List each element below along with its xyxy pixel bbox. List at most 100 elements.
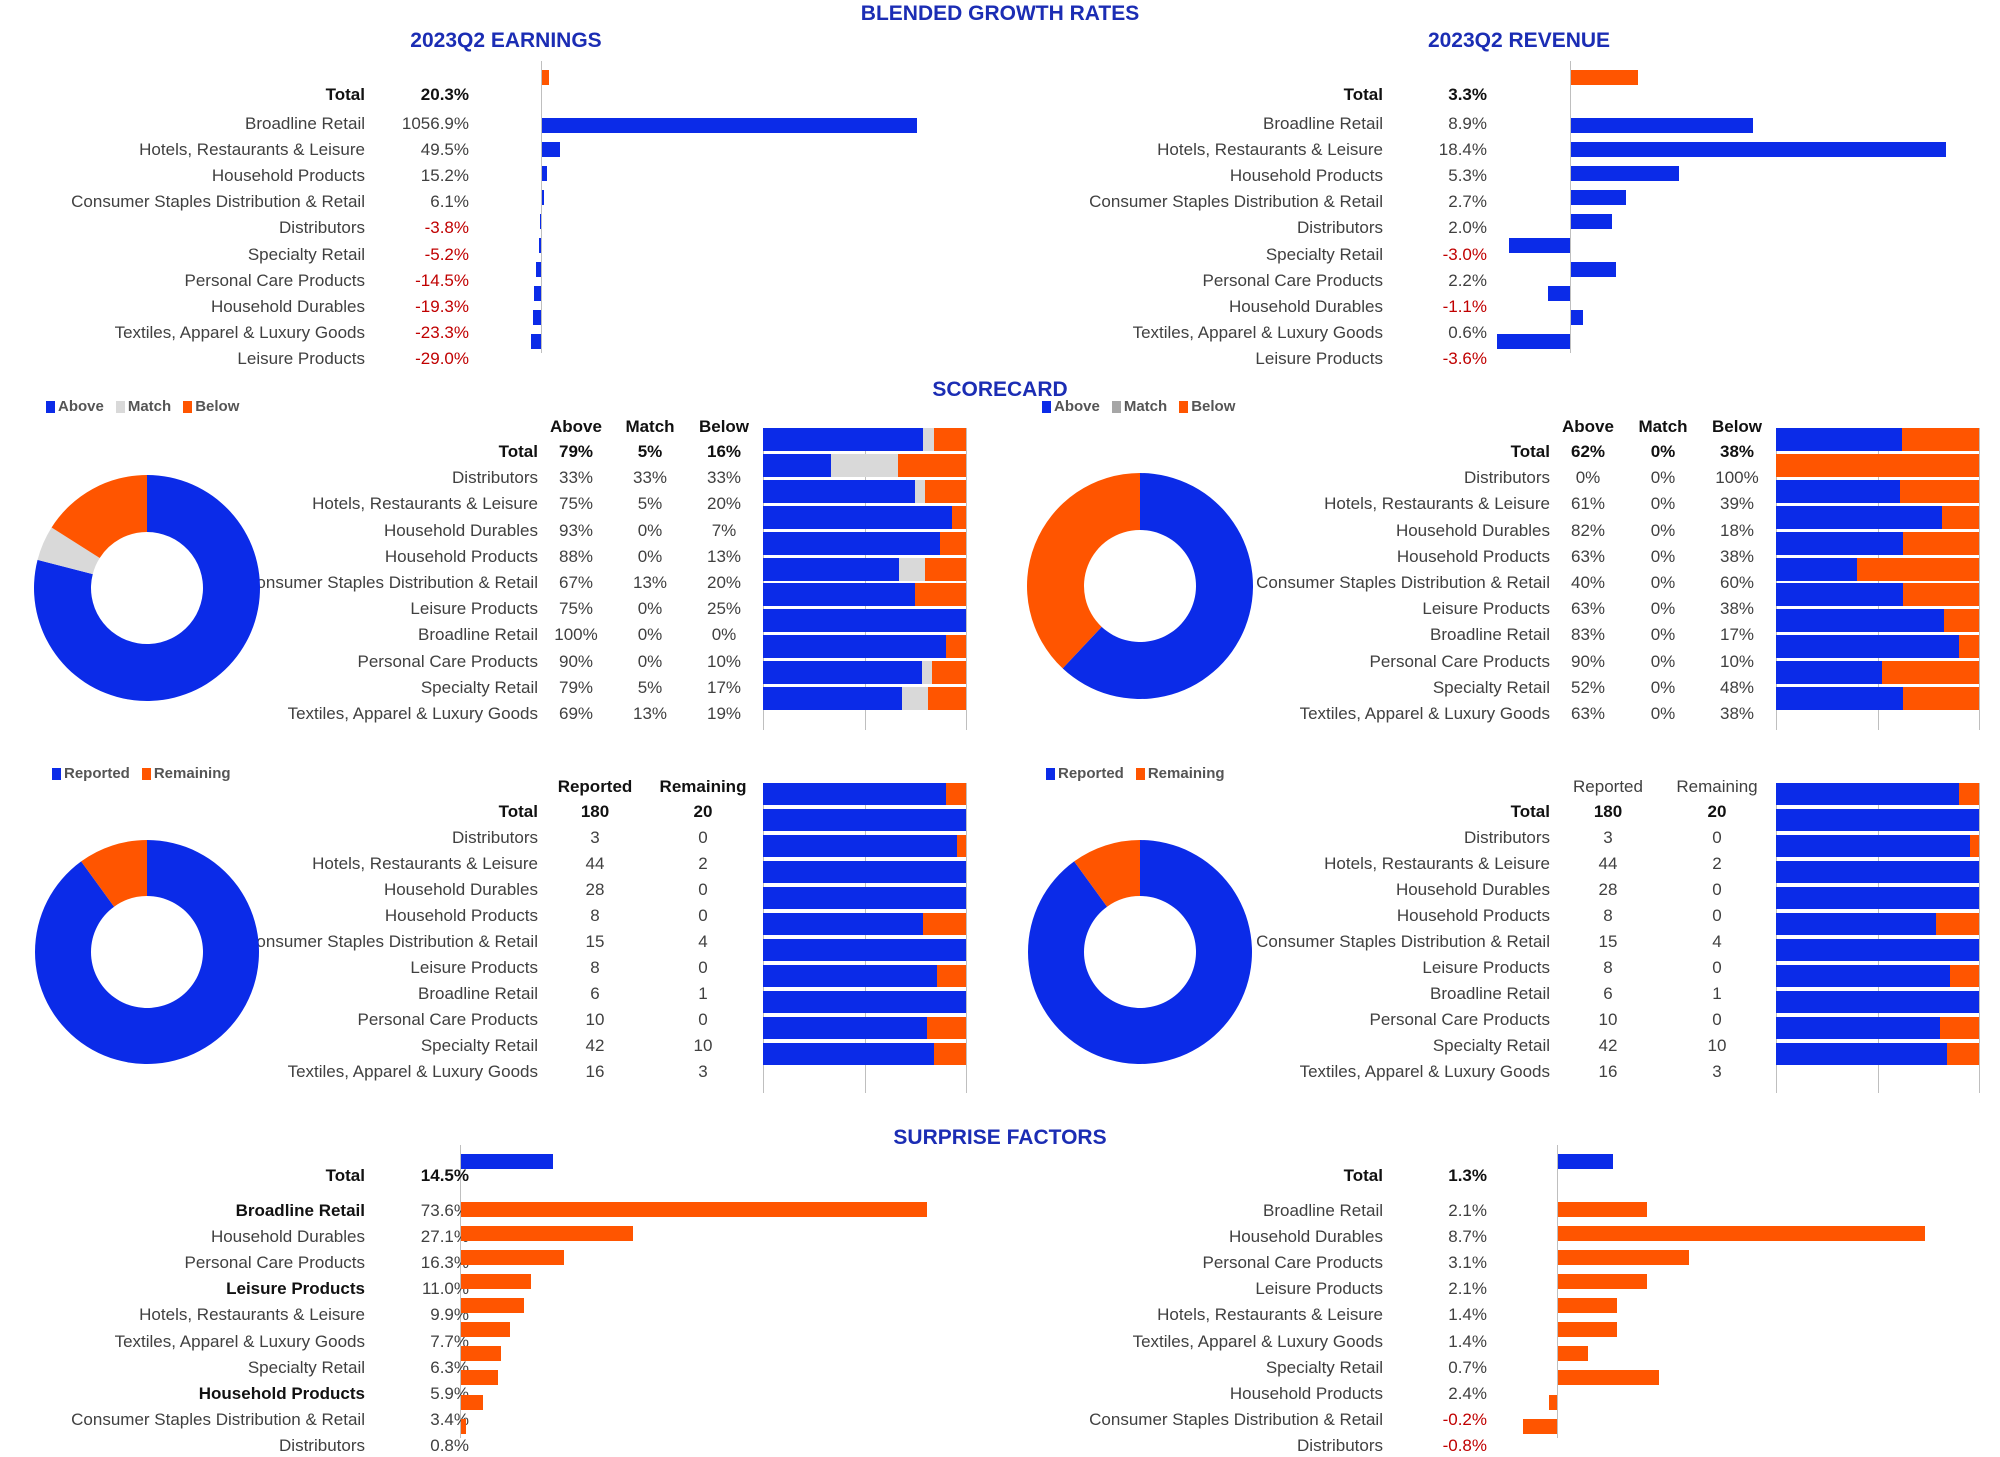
surprise-revenue-bar: [1558, 1370, 1660, 1386]
surprise-earnings-bar: [461, 1249, 565, 1265]
scorecard-earnings-row-label: Distributors: [258, 467, 538, 489]
legend-swatch-icon: [183, 401, 193, 413]
reported-earnings-cell: 2: [698, 854, 708, 873]
scorecard-revenue-bar-segment-above: [1776, 687, 1903, 710]
revenue-value: 2.7%: [1448, 192, 1487, 212]
surprise-revenue-value: 1.4%: [1448, 1331, 1487, 1351]
earnings-bar: [542, 141, 560, 157]
surprise-earnings-bar: [461, 1201, 927, 1217]
scorecard-revenue-row-label-text: Textiles, Apparel & Luxury Goods: [1299, 704, 1550, 723]
surprise-revenue-label: Broadline Retail: [1262, 1201, 1383, 1220]
legend-item-below: Below: [183, 397, 239, 417]
earnings-value: -23.3%: [415, 322, 469, 342]
reported-revenue-row-label: Personal Care Products: [1252, 1009, 1550, 1031]
scorecard-revenue-bar-segment-above: [1776, 557, 1858, 581]
reported-earnings-row-label-text: Consumer Staples Distribution & Retail: [258, 932, 538, 951]
reported-earnings-row-label: Broadline Retail: [258, 983, 538, 1005]
surprise-revenue-bar: [1558, 1322, 1618, 1338]
surprise-earnings-label: Broadline Retail: [235, 1201, 365, 1220]
surprise-earnings-label: Personal Care Products: [184, 1253, 365, 1273]
legend-item-remaining: Remaining: [1135, 764, 1225, 784]
scorecard-revenue-bar-segment-above: [1776, 428, 1902, 451]
legend-label: Reported: [1058, 765, 1124, 782]
scorecard-revenue-bar-segment-above: [1776, 661, 1882, 685]
legend-item-match: Match: [115, 397, 171, 417]
reported-revenue-cell: 10: [1707, 1036, 1727, 1055]
reported-revenue-cell: 3: [1712, 1062, 1722, 1081]
scorecard-revenue-bar-segment-below: [1942, 505, 1979, 529]
earnings-label: Broadline Retail: [244, 114, 365, 133]
scorecard-earnings-row-label: Total: [258, 441, 538, 463]
scorecard-revenue-row-label: Specialty Retail: [1252, 677, 1550, 699]
earnings-bar: [542, 117, 918, 133]
scorecard-earnings-bar-segment-match: [901, 687, 928, 710]
scorecard-earnings-bar-segment-below: [933, 428, 966, 451]
reported-earnings-gridline: [966, 783, 967, 1093]
surprise-revenue-label: Total: [1343, 1166, 1383, 1185]
surprise-earnings-label: Textiles, Apparel & Luxury Goods: [114, 1331, 365, 1351]
scorecard-earnings-bar-segment-below: [925, 479, 966, 503]
reported-revenue-row-label: Leisure Products: [1252, 957, 1550, 979]
legend-swatch-icon: [141, 768, 151, 780]
earnings-value: 6.1%: [430, 192, 469, 212]
scorecard-earnings-bar-segment-above: [763, 453, 831, 477]
reported-revenue-bar-segment-reported: [1776, 809, 1979, 831]
surprise-earnings-value: 6.3%: [430, 1357, 469, 1377]
scorecard-earnings-bar-segment-below: [915, 583, 966, 607]
reported-revenue-bar-segment-reported: [1776, 887, 1979, 909]
surprise-revenue-label: Household Products: [1229, 1383, 1383, 1403]
reported-revenue-row-label-text: Specialty Retail: [1432, 1036, 1550, 1055]
scorecard-revenue-bar-segment-below: [1902, 687, 1979, 710]
reported-earnings-row-label-text: Hotels, Restaurants & Leisure: [312, 854, 538, 873]
reported-earnings-bar-segment-remaining: [933, 1043, 966, 1065]
scorecard-revenue-bar-segment-below: [1857, 557, 1979, 581]
legend-swatch-icon: [46, 401, 55, 413]
scorecard-revenue-row-label: Total: [1252, 441, 1550, 463]
revenue-value: 18.4%: [1438, 140, 1487, 160]
scorecard-earnings-row-label: Consumer Staples Distribution & Retail: [258, 572, 538, 594]
scorecard-earnings-row-label-text: Hotels, Restaurants & Leisure: [312, 494, 538, 514]
reported-revenue-column-header: Remaining: [1676, 777, 1758, 796]
scorecard-revenue-bar-segment-above: [1776, 505, 1943, 529]
surprise-earnings-value: 0.8%: [430, 1435, 469, 1455]
scorecard-earnings-row-label: Broadline Retail: [258, 624, 538, 646]
scorecard-revenue-bar-segment-below: [1899, 479, 1979, 503]
legend-swatch-icon: [115, 401, 125, 413]
surprise-earnings-label: Distributors: [279, 1435, 365, 1455]
surprise-revenue-bar: [1558, 1274, 1647, 1290]
legend-swatch-icon: [1042, 401, 1051, 413]
surprise-revenue-bar: [1558, 1153, 1613, 1169]
surprise-earnings-label: Consumer Staples Distribution & Retail: [71, 1409, 365, 1429]
reported-earnings-row-label-text: Leisure Products: [410, 958, 538, 977]
scorecard-revenue-bar-segment-above: [1776, 583, 1903, 607]
earnings-label: Hotels, Restaurants & Leisure: [139, 140, 365, 160]
legend-item-match: Match: [1111, 397, 1167, 417]
surprise-revenue-label: Leisure Products: [1255, 1279, 1383, 1299]
revenue-label: Distributors: [1297, 218, 1383, 238]
earnings-value: -14.5%: [415, 270, 469, 290]
surprise-earnings-value: 7.7%: [430, 1331, 469, 1351]
earnings-bar: [530, 333, 541, 349]
reported-revenue-bar-segment-reported: [1776, 991, 1979, 1013]
legend-item-above: Above: [1042, 397, 1100, 417]
reported-revenue-cell: 0: [1712, 906, 1722, 925]
scorecard-revenue-row-label: Leisure Products: [1252, 598, 1550, 620]
revenue-bar: [1571, 261, 1616, 277]
legend-label: Remaining: [153, 765, 231, 782]
surprise-earnings-bar: [461, 1153, 553, 1169]
reported-revenue-bar-segment-remaining: [1936, 913, 1979, 935]
scorecard-earnings-bar-segment-match: [923, 428, 934, 451]
surprise-revenue-value: -0.2%: [1442, 1409, 1487, 1429]
earnings-label: Total: [325, 85, 365, 104]
scorecard-revenue-bar-segment-above: [1776, 609, 1945, 633]
surprise-earnings-value: 9.9%: [430, 1305, 469, 1325]
scorecard-revenue-bar-segment-below: [1958, 635, 1979, 659]
earnings-label: Household Products: [211, 166, 365, 186]
earnings-axis: [541, 61, 542, 353]
scorecard-earnings-bar-segment-above: [763, 505, 952, 529]
revenue-value: -3.0%: [1442, 244, 1487, 264]
revenue-label: Household Durables: [1228, 296, 1383, 316]
scorecard-revenue-bar-segment-above: [1776, 531, 1903, 555]
dashboard: BLENDED GROWTH RATES SCORECARD SURPRISE …: [0, 0, 2000, 1457]
scorecard-earnings-bar-segment-below: [939, 531, 966, 555]
